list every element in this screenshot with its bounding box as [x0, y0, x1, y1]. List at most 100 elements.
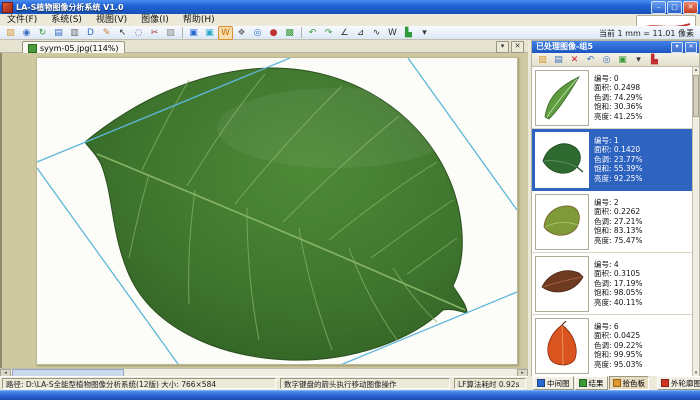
taskbar-strip[interactable] [0, 390, 700, 400]
status-path: 路径: D:\LA-S全能型植物图像分析系统(12版) 大小: 766×584 [2, 378, 276, 389]
camera-icon[interactable]: ◉ [19, 26, 34, 40]
horizontal-scrollbar[interactable]: ◂ ▸ [0, 368, 528, 376]
panel-title-bar: 已处理图像-组5 ▾ ✕ [532, 41, 699, 53]
app-icon [2, 2, 13, 13]
item-area: 面积: 0.3105 [594, 269, 643, 278]
outline-icon [661, 379, 669, 387]
list-item-1-selected[interactable]: 编号: 1 面积: 0.1420 色调: 23.77% 饱和: 55.39% 亮… [532, 129, 692, 191]
view-blue-icon[interactable]: ▣ [186, 26, 201, 40]
menu-item-view[interactable]: 视图(V) [89, 14, 134, 26]
window-title: LA-S植物图像分析系统 V1.0 [16, 2, 124, 13]
thumb-leaf-shape [544, 206, 579, 235]
tab-label: syym-05.jpg(114%) [40, 44, 119, 53]
panel-scrollbar[interactable]: ▴ ▾ [692, 67, 699, 376]
status-bar: 路径: D:\LA-S全能型植物图像分析系统(12版) 大小: 766×584 … [0, 376, 528, 390]
panel-zoom-icon[interactable]: ◎ [599, 53, 614, 67]
list-item-0[interactable]: 编号: 0 面积: 0.2498 色调: 74.29% 饱和: 30.36% 亮… [532, 67, 692, 129]
curve-tool-icon[interactable]: ∿ [369, 26, 384, 40]
title-bar: LA-S植物图像分析系统 V1.0 – □ ✕ [0, 0, 700, 14]
chart-icon[interactable]: ▙ [401, 26, 416, 40]
triangle-tool-icon[interactable]: ⊿ [353, 26, 368, 40]
item-number: 编号: 4 [594, 260, 643, 269]
toolbar-separator [301, 27, 302, 38]
list-item-3[interactable]: 编号: 4 面积: 0.3105 色调: 17.19% 饱和: 98.05% 亮… [532, 253, 692, 315]
calibration-readout: 当前 1 mm = 11.01 像素 [599, 28, 694, 39]
scanned-image[interactable] [36, 57, 518, 365]
result-icon [579, 379, 587, 387]
menu-bar: 文件(F)系统(S)视图(V)图像(I)帮助(H) [0, 14, 700, 26]
settings-icon[interactable]: ❖ [234, 26, 249, 40]
menu-item-system[interactable]: 系统(S) [44, 14, 89, 26]
magnifier-icon[interactable]: ◎ [250, 26, 265, 40]
item-number: 编号: 0 [594, 74, 643, 83]
edit-pencil-icon[interactable]: ✎ [99, 26, 114, 40]
item-saturation: 饱和: 98.05% [594, 288, 643, 297]
open-image-icon[interactable]: ▨ [3, 26, 18, 40]
minimize-button[interactable]: – [651, 1, 666, 14]
item-saturation: 饱和: 30.36% [594, 102, 643, 111]
panel-stats-icon[interactable]: ▙ [647, 53, 662, 67]
view-tab-color-board[interactable]: 拾色板 [609, 376, 650, 390]
palette-icon[interactable]: ▩ [282, 26, 297, 40]
list-item-2[interactable]: 编号: 2 面积: 0.2262 色调: 27.21% 饱和: 83.13% 亮… [532, 191, 692, 253]
tab-menu-button[interactable]: ▾ [496, 41, 509, 53]
more-dropdown-icon[interactable]: ▾ [417, 26, 432, 40]
rotate-left-icon[interactable]: ↶ [305, 26, 320, 40]
menu-item-image[interactable]: 图像(I) [134, 14, 176, 26]
close-button[interactable]: ✕ [683, 1, 698, 14]
app-window: LA-S植物图像分析系统 V1.0 – □ ✕ 文件(F)系统(S)视图(V)图… [0, 0, 700, 400]
lasso-icon[interactable]: ◌ [131, 26, 146, 40]
print-icon[interactable]: ▥ [67, 26, 82, 40]
menu-item-help[interactable]: 帮助(H) [176, 14, 222, 26]
angle-tool-icon[interactable]: ∠ [337, 26, 352, 40]
document-tabstrip: syym-05.jpg(114%) ▾ ✕ [0, 40, 528, 53]
cut-icon[interactable]: ✂ [147, 26, 162, 40]
scan-refresh-icon[interactable]: ↻ [35, 26, 50, 40]
maximize-button[interactable]: □ [667, 1, 682, 14]
view-tab-middle-image[interactable]: 中间图 [533, 376, 574, 390]
panel-close-button[interactable]: ✕ [685, 42, 697, 53]
thumb-leaf-shape [543, 144, 580, 173]
list-item-4[interactable]: 编号: 6 面积: 0.0425 色调: 09.22% 饱和: 99.95% 亮… [532, 315, 692, 376]
item-saturation: 饱和: 55.39% [594, 164, 643, 173]
view-tab-outline[interactable]: 外轮廓图 [657, 376, 700, 390]
panel-open-icon[interactable]: ▨ [535, 53, 550, 67]
analyze-w-icon[interactable]: W [218, 26, 233, 40]
width-tool-icon[interactable]: W [385, 26, 400, 40]
item-area: 面积: 0.0425 [594, 331, 643, 340]
panel-scroll-up-button[interactable]: ▴ [693, 67, 699, 73]
canvas-area[interactable] [0, 53, 528, 368]
item-saturation: 饱和: 99.95% [594, 350, 643, 359]
save-icon[interactable]: ▤ [51, 26, 66, 40]
view-tab-result[interactable]: 结果 [575, 376, 608, 390]
color-board-icon [613, 379, 621, 387]
item-hue: 色调: 17.19% [594, 279, 643, 288]
erase-icon[interactable]: ▧ [163, 26, 178, 40]
menu-item-file[interactable]: 文件(F) [0, 14, 44, 26]
panel-undo-icon[interactable]: ↶ [583, 53, 598, 67]
panel-image-icon[interactable]: ▣ [615, 53, 630, 67]
item-area: 面积: 0.1420 [594, 145, 643, 154]
leaf-sheen [217, 88, 457, 168]
status-hint: 数字键盘的箭头执行移动图像操作 [280, 378, 450, 389]
copy-icon[interactable]: D [83, 26, 98, 40]
panel-delete-icon[interactable]: ✕ [567, 53, 582, 67]
leaf-thumbnail [535, 194, 589, 250]
rotate-right-icon[interactable]: ↷ [321, 26, 336, 40]
panel-menu-button[interactable]: ▾ [671, 42, 683, 53]
select-arrow-icon[interactable]: ↖ [115, 26, 130, 40]
item-brightness: 亮度: 95.03% [594, 360, 643, 369]
leaf-thumbnail [535, 256, 589, 312]
tab-close-button[interactable]: ✕ [511, 41, 524, 53]
leaf-thumbnail [535, 70, 589, 126]
view-cyan-icon[interactable]: ▣ [202, 26, 217, 40]
panel-scroll-thumb[interactable] [693, 75, 699, 117]
leaf-image [37, 58, 517, 364]
item-number: 编号: 2 [594, 198, 643, 207]
panel-save-icon[interactable]: ▤ [551, 53, 566, 67]
marker-red-icon[interactable]: ● [266, 26, 281, 40]
image-file-icon [28, 44, 37, 53]
panel-dropdown-icon[interactable]: ▾ [631, 53, 646, 67]
view-tab-label: 中间图 [547, 378, 570, 389]
item-area: 面积: 0.2498 [594, 83, 643, 92]
